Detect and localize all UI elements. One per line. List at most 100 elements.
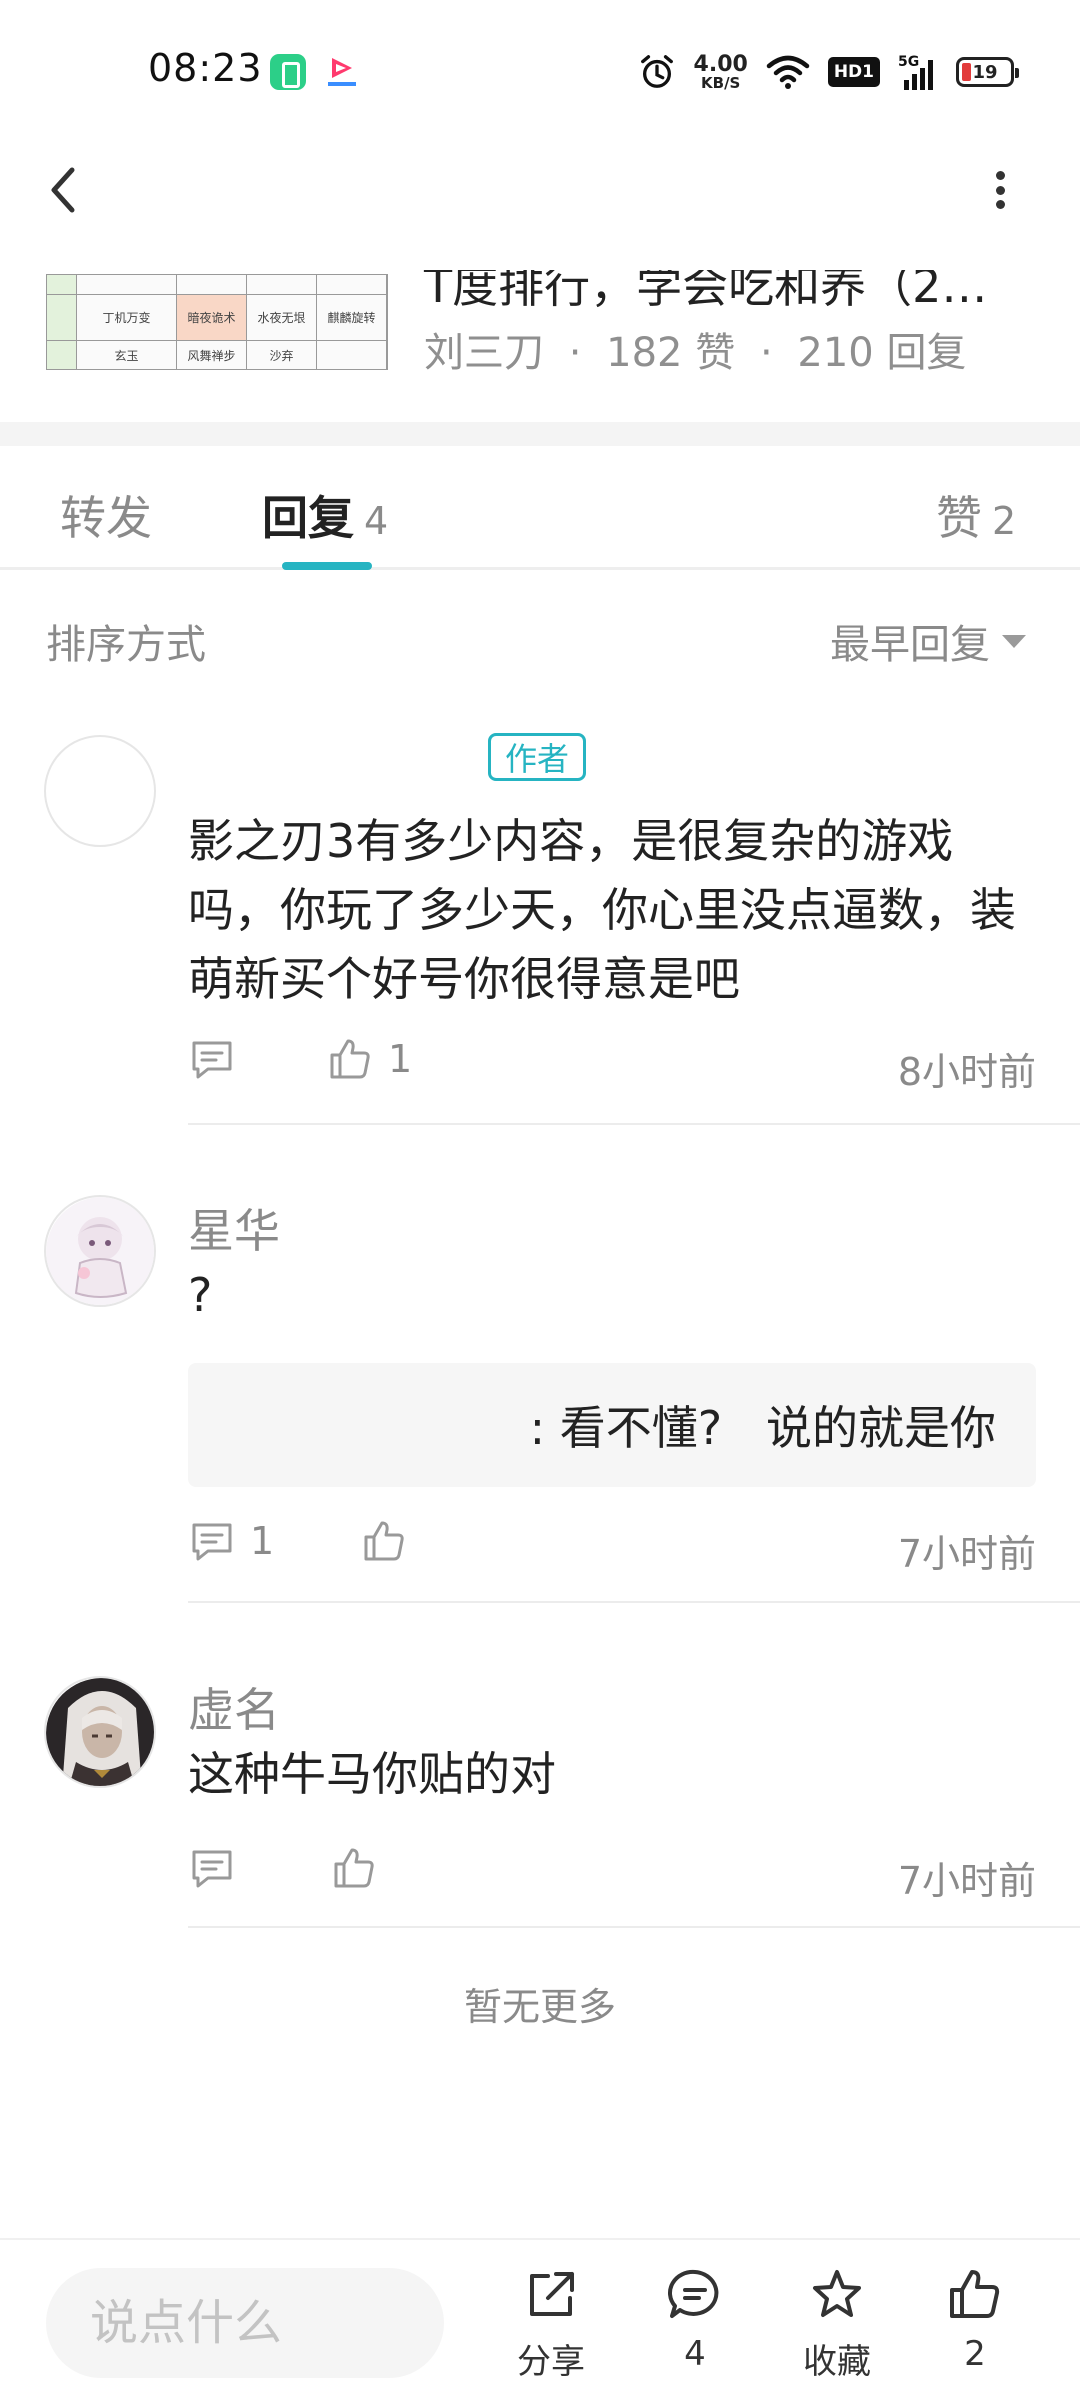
meta-separator: ·	[568, 330, 582, 376]
more-button[interactable]	[980, 165, 1020, 215]
divider	[188, 1123, 1080, 1125]
post-replies: 210 回复	[797, 330, 967, 376]
post-author: 刘三刀	[424, 330, 544, 376]
reply-button[interactable]: 1	[188, 1517, 274, 1565]
comment-text: 这种牛马你贴的对	[188, 1747, 556, 1801]
author-badge: 作者	[488, 733, 586, 781]
tab-forward[interactable]: 转发	[60, 482, 152, 548]
comment-text: ?	[188, 1268, 213, 1322]
favorite-button[interactable]: 收藏	[782, 2266, 892, 2383]
comment-bubble-icon	[668, 2269, 719, 2318]
thumb-cell: 水夜无垠	[247, 295, 317, 341]
post-meta: 刘三刀 · 182 赞 · 210 回复	[424, 320, 966, 378]
network-speed-value: 4.00	[693, 51, 748, 77]
like-button[interactable]	[360, 1517, 422, 1565]
sort-label: 排序方式	[46, 622, 206, 668]
divider	[188, 1601, 1080, 1603]
sort-selected: 最早回复	[830, 622, 990, 668]
tab-like-count: 2	[992, 499, 1017, 543]
back-button[interactable]	[40, 160, 90, 220]
signal-icon: 5G	[898, 52, 938, 92]
svg-text:5G: 5G	[898, 54, 919, 70]
thumbs-up-icon	[330, 1039, 370, 1079]
post-title: T度排行，学会吃和养（2…	[424, 270, 988, 313]
thumb-cell: 玄玉	[77, 341, 177, 369]
alarm-icon	[638, 53, 676, 91]
comment-input[interactable]	[46, 2268, 444, 2378]
status-icons: 4.00 KB/S HD1 5G 19	[638, 50, 1019, 94]
tab-bar: 转发 回复 4 赞 2	[0, 446, 1080, 570]
thumbs-up-icon	[950, 2270, 1000, 2318]
thumbs-up-icon	[364, 1521, 404, 1561]
favorite-label: 收藏	[803, 2342, 871, 2382]
like-count: 1	[388, 1037, 413, 1081]
tab-reply-label: 回复	[262, 491, 354, 545]
no-more-text: 暂无更多	[463, 1985, 616, 2029]
comment-icon	[192, 1850, 232, 1888]
avatar[interactable]	[44, 1676, 156, 1788]
comment-actions: 1 7小时前	[188, 1517, 1036, 1577]
comment-icon	[192, 1523, 232, 1561]
bottom-action-bar: 分享 4 收藏 2	[0, 2238, 1080, 2400]
meta-separator: ·	[759, 330, 773, 376]
sort-dropdown[interactable]: 最早回复	[830, 612, 1026, 670]
reply-count: 1	[250, 1519, 275, 1563]
reply-button[interactable]	[188, 1844, 250, 1892]
chevron-left-icon	[51, 167, 75, 213]
wifi-icon	[766, 54, 810, 90]
section-separator	[0, 422, 1080, 446]
battery-level: 19	[972, 61, 998, 83]
like-post-count: 2	[964, 2334, 986, 2374]
comment-actions: 7小时前	[188, 1844, 1036, 1904]
tab-like[interactable]: 赞 2	[936, 482, 1016, 548]
video-app-icon	[324, 54, 360, 90]
thumb-cell: 麒麟旋转	[317, 295, 387, 341]
reply-button[interactable]	[188, 1035, 250, 1083]
quoted-reply[interactable]: : 看不懂? 说的就是你	[188, 1363, 1036, 1487]
share-label: 分享	[517, 2342, 585, 2382]
comments-count: 4	[684, 2334, 706, 2374]
comment-author[interactable]: 星华	[188, 1195, 280, 1261]
tab-forward-label: 转发	[60, 491, 152, 545]
thumb-cell: 丁机万变	[77, 295, 177, 341]
post-thumbnail[interactable]: 丁机万变 暗夜诡术 水夜无垠 麒麟旋转 玄玉 风舞禅步 沙弃	[46, 274, 388, 370]
like-post-button[interactable]: 2	[920, 2266, 1030, 2374]
network-speed-unit: KB/S	[701, 73, 741, 92]
battery-app-icon	[270, 54, 306, 90]
original-post-card[interactable]: 丁机万变 暗夜诡术 水夜无垠 麒麟旋转 玄玉 风舞禅步 沙弃 T度排行，学会吃和…	[0, 270, 1080, 420]
tab-reply-count: 4	[364, 499, 389, 543]
like-button[interactable]: 1	[326, 1035, 412, 1083]
thumb-cell: 风舞禅步	[177, 341, 247, 369]
thumb-cell: 沙弃	[247, 341, 317, 369]
comment-text: 影之刃3有多少内容，是很复杂的游戏吗，你玩了多少天，你心里没点逼数，装萌新买个好…	[188, 814, 1016, 1006]
more-vertical-icon	[995, 200, 1005, 209]
post-likes: 182 赞	[606, 330, 736, 376]
network-speed: 4.00 KB/S	[693, 51, 748, 92]
divider	[188, 1926, 1080, 1928]
star-icon	[813, 2270, 861, 2317]
comment-time: 8小时前	[897, 1050, 1036, 1094]
active-tab-indicator	[282, 562, 372, 570]
comment-actions: 1 8小时前	[188, 1035, 1036, 1095]
avatar[interactable]	[44, 735, 156, 847]
status-time: 08:23	[148, 46, 263, 90]
comment-time: 7小时前	[897, 1859, 1036, 1903]
battery-icon: 19	[956, 57, 1019, 87]
tab-reply[interactable]: 回复 4	[262, 482, 388, 548]
share-button[interactable]: 分享	[496, 2266, 606, 2383]
thumbs-up-icon	[334, 1848, 374, 1888]
comment-time: 7小时前	[897, 1532, 1036, 1576]
share-icon	[530, 2272, 574, 2316]
like-button[interactable]	[330, 1844, 392, 1892]
status-bar: 08:23 4.00 KB/S HD1 5G 19	[0, 0, 1080, 140]
more-vertical-icon	[995, 185, 1005, 195]
comments-button[interactable]: 4	[640, 2266, 750, 2374]
more-vertical-icon	[995, 171, 1005, 180]
hd-badge: HD1	[827, 57, 880, 87]
thumb-cell: 暗夜诡术	[177, 295, 247, 341]
comment-icon	[192, 1041, 232, 1079]
tab-like-label: 赞	[936, 491, 982, 545]
comment-author[interactable]: 虚名	[188, 1674, 280, 1740]
caret-down-icon	[1002, 634, 1026, 648]
avatar[interactable]	[44, 1195, 156, 1307]
